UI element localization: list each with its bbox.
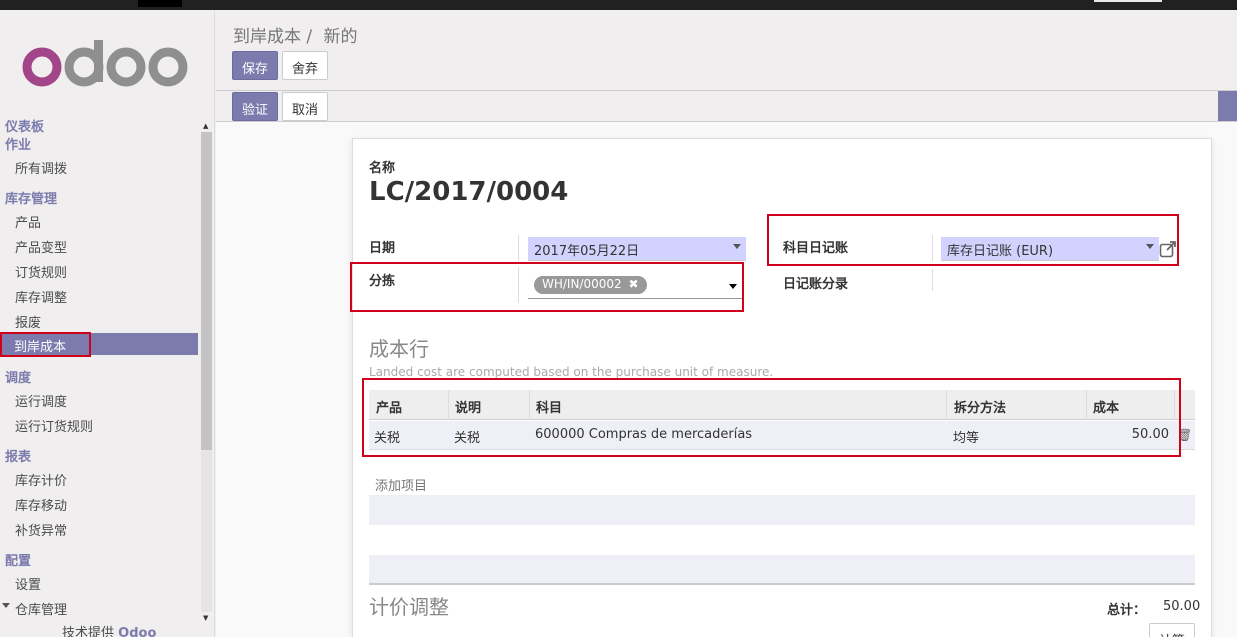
record-name[interactable]: LC/2017/0004 — [369, 177, 568, 207]
menu-section-reports[interactable]: 报表 — [5, 446, 31, 465]
menu-section-scheduling[interactable]: 调度 — [5, 367, 31, 386]
date-field[interactable]: 2017年05月22日 — [528, 237, 746, 261]
total-label: 总计： — [1107, 603, 1147, 618]
menu-item-run-scheduler[interactable]: 运行调度 — [15, 391, 67, 410]
odoo-logo[interactable]: odoo — [20, 40, 190, 100]
menu-item-settings[interactable]: 设置 — [15, 574, 41, 593]
powered-by: 技术提供 Odoo — [62, 622, 156, 637]
cancel-button[interactable]: 取消 — [282, 92, 329, 121]
breadcrumb-separator: / — [306, 27, 313, 47]
powered-by-prefix: 技术提供 — [62, 626, 115, 637]
breadcrumb: 到岸成本 / 新的 — [233, 22, 358, 47]
menu-section-inventory-control[interactable]: 库存管理 — [5, 188, 57, 207]
menu-section-configuration[interactable]: 配置 — [5, 550, 31, 569]
menu-item-procurement-exceptions[interactable]: 补货异常 — [15, 520, 67, 539]
discard-button[interactable]: 舍弃 — [282, 51, 329, 80]
menu-item-all-transfers[interactable]: 所有调拨 — [15, 158, 67, 177]
collapse-caret-icon — [2, 603, 10, 608]
highlight-box-menu — [0, 332, 91, 357]
date-dropdown-caret-icon — [733, 244, 741, 249]
top-bar-pill — [1094, 0, 1162, 2]
menu-item-warehouse-management[interactable]: 仓库管理 — [2, 599, 68, 618]
scroll-down-arrow-icon[interactable]: ▼ — [203, 614, 208, 622]
field-divider — [518, 235, 519, 261]
status-bar: 验证 取消 — [216, 90, 1237, 122]
valuation-title: 计价调整 — [369, 595, 449, 619]
scroll-up-arrow-icon[interactable]: ▲ — [203, 122, 208, 130]
compute-button[interactable]: 计算 — [1149, 623, 1195, 637]
sidebar-scrollbar[interactable]: ▲ ▼ — [201, 122, 212, 622]
validate-button[interactable]: 验证 — [232, 92, 279, 121]
menu-item-scrap[interactable]: 报废 — [15, 312, 41, 331]
empty-row — [369, 555, 1195, 585]
date-label: 日期 — [369, 241, 396, 256]
breadcrumb-parent[interactable]: 到岸成本 — [233, 27, 301, 47]
empty-row — [369, 495, 1195, 525]
status-bar-right-button[interactable] — [1218, 91, 1237, 121]
menu-item-reordering-rules[interactable]: 订货规则 — [15, 262, 67, 281]
highlight-box-picking — [350, 262, 744, 312]
menu-item-products[interactable]: 产品 — [15, 212, 41, 231]
menu-item-warehouse-management-label: 仓库管理 — [15, 603, 68, 618]
field-divider — [932, 269, 933, 291]
total-value: 50.00 — [1163, 599, 1201, 614]
menu-item-inventory-valuation[interactable]: 库存计价 — [15, 470, 67, 489]
cost-lines-title: 成本行 — [369, 337, 429, 361]
name-label: 名称 — [369, 161, 396, 176]
save-button[interactable]: 保存 — [232, 51, 279, 80]
add-line-link[interactable]: 添加项目 — [375, 475, 427, 494]
sidebar: odoo 仪表板 作业 所有调拨 库存管理 产品 产品变型 订货规则 库存调整 … — [0, 10, 215, 637]
browser-top-bar — [0, 0, 1237, 10]
top-bar-block — [138, 0, 182, 7]
menu-item-run-reordering[interactable]: 运行订货规则 — [15, 416, 93, 435]
journal-entry-label: 日记账分录 — [783, 277, 849, 292]
date-value: 2017年05月22日 — [534, 244, 640, 259]
menu-section-operations[interactable]: 作业 — [5, 134, 31, 153]
menu-item-product-variants[interactable]: 产品变型 — [15, 237, 67, 256]
highlight-box-cost-lines — [362, 378, 1181, 457]
sidebar-scroll-thumb[interactable] — [201, 132, 212, 450]
highlight-box-journal — [767, 214, 1179, 266]
control-panel: 到岸成本 / 新的 保存 舍弃 — [216, 10, 1237, 90]
powered-by-brand[interactable]: Odoo — [118, 626, 156, 637]
cost-lines-hint: Landed cost are computed based on the pu… — [369, 365, 774, 379]
menu-section-dashboard[interactable]: 仪表板 — [5, 116, 44, 135]
breadcrumb-current: 新的 — [323, 27, 358, 47]
menu-item-inventory-adjustments[interactable]: 库存调整 — [15, 287, 67, 306]
menu-item-stock-moves[interactable]: 库存移动 — [15, 495, 67, 514]
logo-text: odoo — [20, 98, 23, 100]
